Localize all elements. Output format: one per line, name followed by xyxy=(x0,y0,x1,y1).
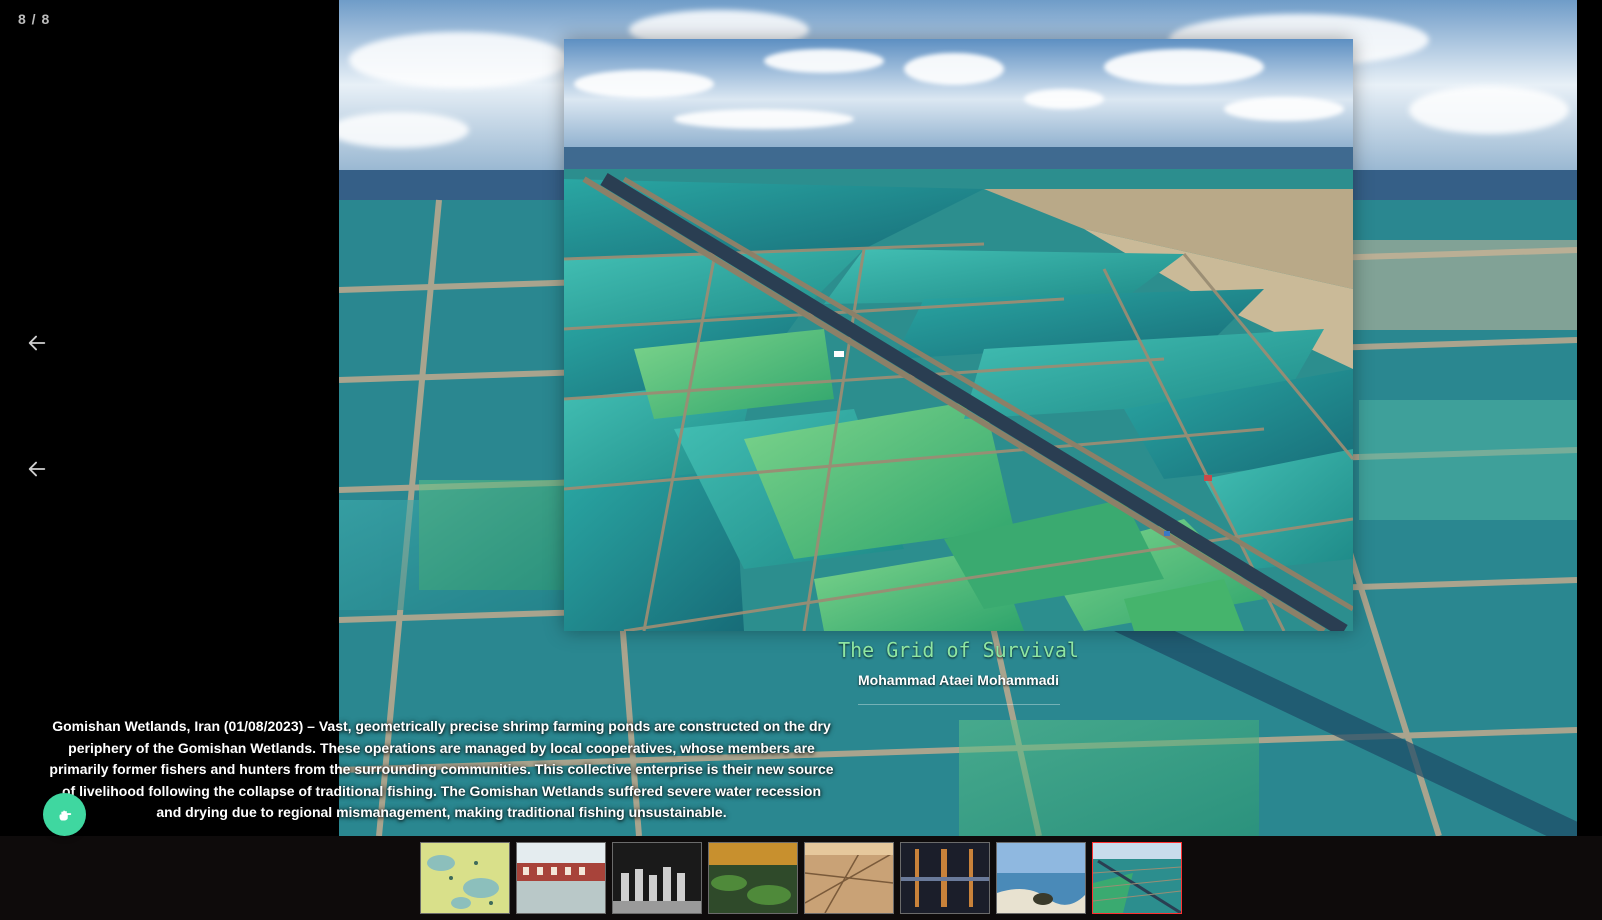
slide-counter: 8 / 8 xyxy=(18,11,51,27)
thumbnail-3[interactable] xyxy=(612,842,702,914)
prev-button-secondary[interactable] xyxy=(22,454,52,484)
arrow-left-icon xyxy=(28,335,46,351)
photo-author: Mohammad Ataei Mohammadi xyxy=(858,672,1059,688)
prev-button[interactable] xyxy=(22,328,52,358)
thumbnail-5[interactable] xyxy=(804,842,894,914)
hand-pointer-icon xyxy=(59,810,71,820)
photo-caption: Gomishan Wetlands, Iran (01/08/2023) – V… xyxy=(49,718,834,821)
gesture-help-button[interactable] xyxy=(43,793,86,836)
main-photo[interactable] xyxy=(564,39,1353,631)
thumbnail-1[interactable] xyxy=(420,842,510,914)
photo-title: The Grid of Survival xyxy=(838,638,1079,662)
thumbnail-6[interactable] xyxy=(900,842,990,914)
author-underline xyxy=(858,704,1060,705)
arrow-left-icon xyxy=(28,461,46,477)
thumbnail-4[interactable] xyxy=(708,842,798,914)
thumbnail-8[interactable] xyxy=(1092,842,1182,914)
thumbnail-7[interactable] xyxy=(996,842,1086,914)
lightbox-viewer: 8 / 8 The Grid of Survival Mohammad Atae… xyxy=(0,0,1602,920)
thumbnail-strip xyxy=(0,836,1602,920)
thumbnail-2[interactable] xyxy=(516,842,606,914)
